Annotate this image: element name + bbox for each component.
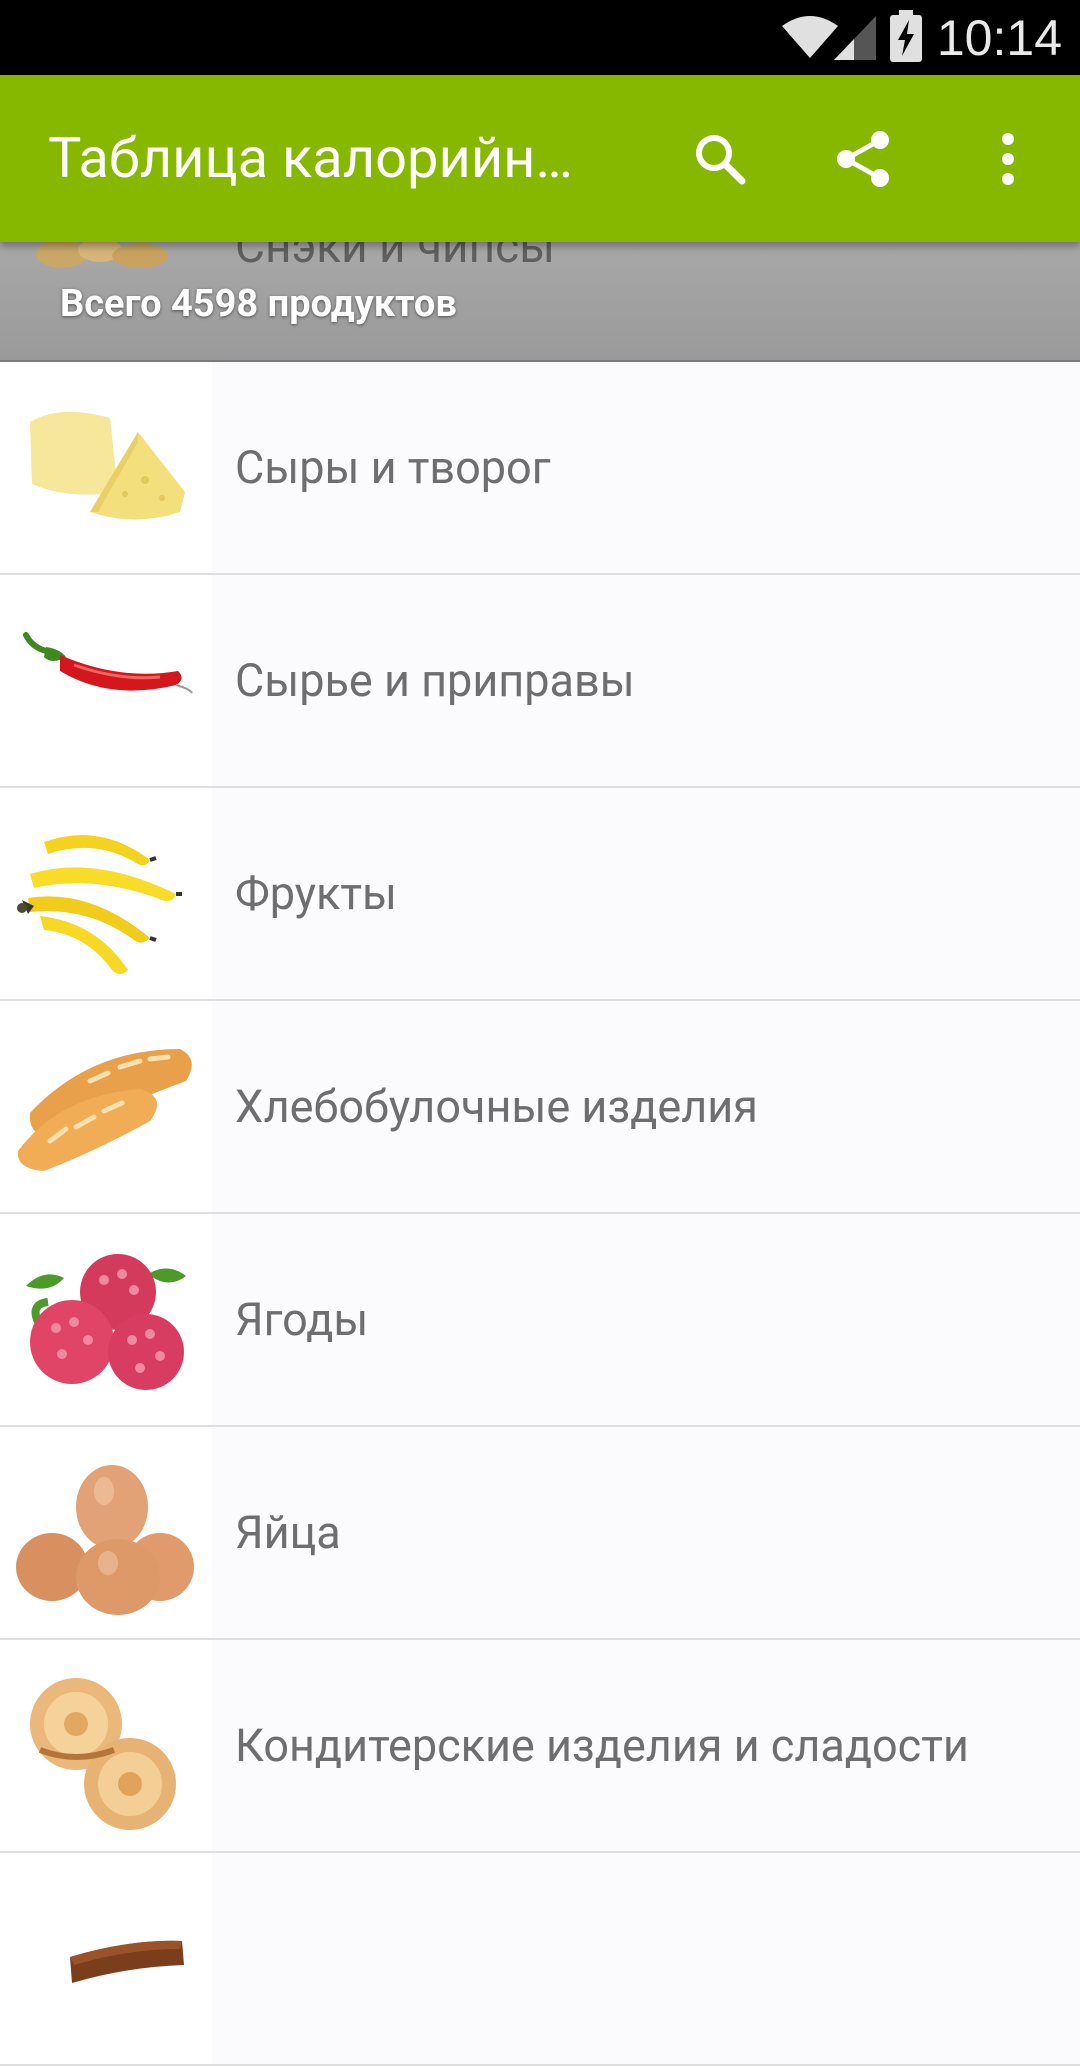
chips-icon (36, 242, 168, 268)
category-label: Яйца (235, 1506, 341, 1559)
category-thumbnail (0, 1001, 212, 1212)
more-vert-icon (1002, 133, 1014, 185)
cheese-icon (30, 411, 185, 520)
category-thumbnail (0, 788, 212, 999)
category-thumbnail (0, 1427, 212, 1638)
chili-pepper-icon (23, 632, 193, 694)
category-thumbnail (0, 1214, 212, 1425)
list-item[interactable]: Ягоды (0, 1214, 1080, 1427)
list-item[interactable]: Сыры и творог (0, 362, 1080, 575)
header-banner: Снэки и чипсы Всего 4598 продуктов (0, 242, 1080, 363)
share-icon (837, 131, 889, 187)
status-bar: 10:14 (0, 0, 1080, 75)
raspberry-icon (26, 1254, 186, 1390)
category-label: Сыры и творог (235, 441, 551, 494)
bread-icon (17, 1049, 192, 1171)
category-list: Сыры и творог Сырье и приправы Фрукты Хл… (0, 362, 1080, 2066)
list-item[interactable] (0, 1853, 1080, 2066)
category-thumbnail (0, 1853, 212, 2064)
list-item[interactable]: Кондитерские изделия и сладости (0, 1640, 1080, 1853)
list-item[interactable]: Сырье и приправы (0, 575, 1080, 788)
cookies-icon (30, 1678, 176, 1830)
category-thumbnail (0, 362, 212, 573)
search-button[interactable] (678, 117, 762, 201)
chocolate-icon (70, 1940, 184, 1983)
category-thumbnail (0, 1640, 212, 1851)
category-label: Сырье и приправы (235, 654, 635, 707)
obscured-category-label: Снэки и чипсы (235, 242, 555, 274)
wifi-icon (782, 16, 838, 58)
category-label: Фрукты (235, 867, 397, 920)
signal-icon (834, 16, 876, 60)
category-label: Ягоды (235, 1293, 369, 1346)
list-item[interactable]: Яйца (0, 1427, 1080, 1640)
status-time: 10:14 (936, 10, 1062, 66)
list-item[interactable]: Хлебобулочные изделия (0, 1001, 1080, 1214)
app-bar: Таблица калорийн… (0, 75, 1080, 242)
total-products-count: Всего 4598 продуктов (60, 282, 457, 326)
category-label: Хлебобулочные изделия (235, 1080, 758, 1133)
app-title: Таблица калорийн… (48, 125, 573, 191)
share-button[interactable] (822, 117, 906, 201)
list-item[interactable]: Фрукты (0, 788, 1080, 1001)
category-thumbnail (0, 575, 212, 786)
banana-icon (17, 835, 182, 974)
overflow-menu-button[interactable] (966, 117, 1050, 201)
search-icon (696, 135, 746, 185)
battery-charging-icon (890, 10, 922, 62)
category-label: Кондитерские изделия и сладости (235, 1719, 969, 1772)
eggs-icon (16, 1465, 194, 1615)
